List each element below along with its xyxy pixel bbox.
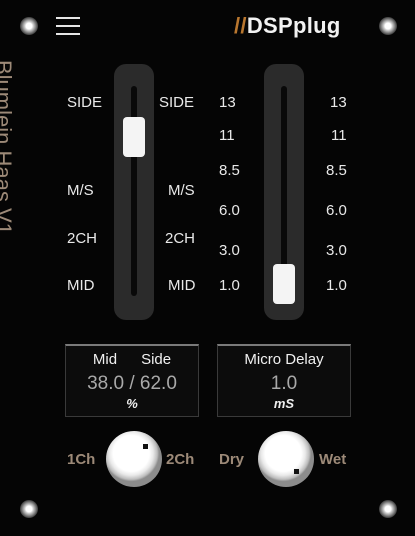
knob-indicator — [294, 469, 299, 474]
delay-scale-13-left: 13 — [219, 94, 236, 111]
delay-scale-11-right: 11 — [331, 127, 347, 144]
plugin-title: Blumlein Haas V1 — [0, 60, 16, 235]
width-label-side-right: SIDE — [159, 94, 195, 111]
width-fader-track[interactable] — [114, 64, 154, 320]
knob-indicator — [143, 444, 148, 449]
screw-icon — [379, 500, 397, 518]
mix-label-mid: Mid — [92, 351, 118, 368]
delay-scale-13-right: 13 — [330, 94, 347, 111]
delay-scale-11-left: 11 — [219, 127, 235, 144]
width-label-mid-right: MID — [168, 277, 196, 294]
delay-fader-handle[interactable] — [273, 264, 295, 304]
width-fader-handle[interactable] — [123, 117, 145, 157]
dry-wet-knob[interactable] — [258, 431, 314, 487]
width-label-side-left: SIDE — [67, 94, 103, 111]
delay-scale-3.0-right: 3.0 — [326, 242, 347, 259]
screw-icon — [20, 500, 38, 518]
wet-knob-left-label: Dry — [219, 451, 245, 468]
screw-icon — [379, 17, 397, 35]
mix-display-header: Mid Side — [66, 351, 198, 368]
delay-scale-6.0-left: 6.0 — [219, 202, 240, 219]
mix-label-side: Side — [141, 351, 172, 368]
delay-label: Micro Delay — [244, 351, 324, 368]
width-label-2ch-right: 2CH — [165, 230, 196, 247]
plugin-panel: //DSPplug Blumlein Haas V1 SIDE M/S 2CH … — [0, 0, 415, 536]
delay-scale-6.0-right: 6.0 — [326, 202, 347, 219]
wet-knob-right-label: Wet — [319, 451, 347, 468]
channel-knob-right-label: 2Ch — [166, 451, 195, 468]
hamburger-menu-icon[interactable] — [56, 16, 80, 36]
width-label-mid-left: MID — [67, 277, 95, 294]
brand-name: DSPplug — [246, 13, 341, 38]
screw-icon — [20, 17, 38, 35]
delay-value: 1.0 — [270, 373, 298, 394]
delay-scale-8.5-right: 8.5 — [326, 162, 347, 179]
width-label-ms-right: M/S — [168, 182, 195, 199]
channel-knob-left-label: 1Ch — [67, 451, 96, 468]
mix-display: Mid Side 38.0 / 62.0 % — [65, 344, 199, 417]
channel-knob[interactable] — [106, 431, 162, 487]
delay-scale-1.0-right: 1.0 — [326, 277, 347, 294]
brand-slashes: // — [234, 13, 247, 38]
brand-logo: //DSPplug — [234, 13, 341, 39]
mix-unit: % — [126, 396, 138, 411]
mix-value: 38.0 / 62.0 — [87, 373, 177, 394]
delay-scale-8.5-left: 8.5 — [219, 162, 240, 179]
delay-scale-3.0-left: 3.0 — [219, 242, 240, 259]
width-label-2ch-left: 2CH — [67, 230, 98, 247]
width-label-ms-left: M/S — [67, 182, 94, 199]
delay-unit: mS — [273, 396, 295, 411]
delay-scale-1.0-left: 1.0 — [219, 277, 240, 294]
delay-display: Micro Delay 1.0 mS — [217, 344, 351, 417]
